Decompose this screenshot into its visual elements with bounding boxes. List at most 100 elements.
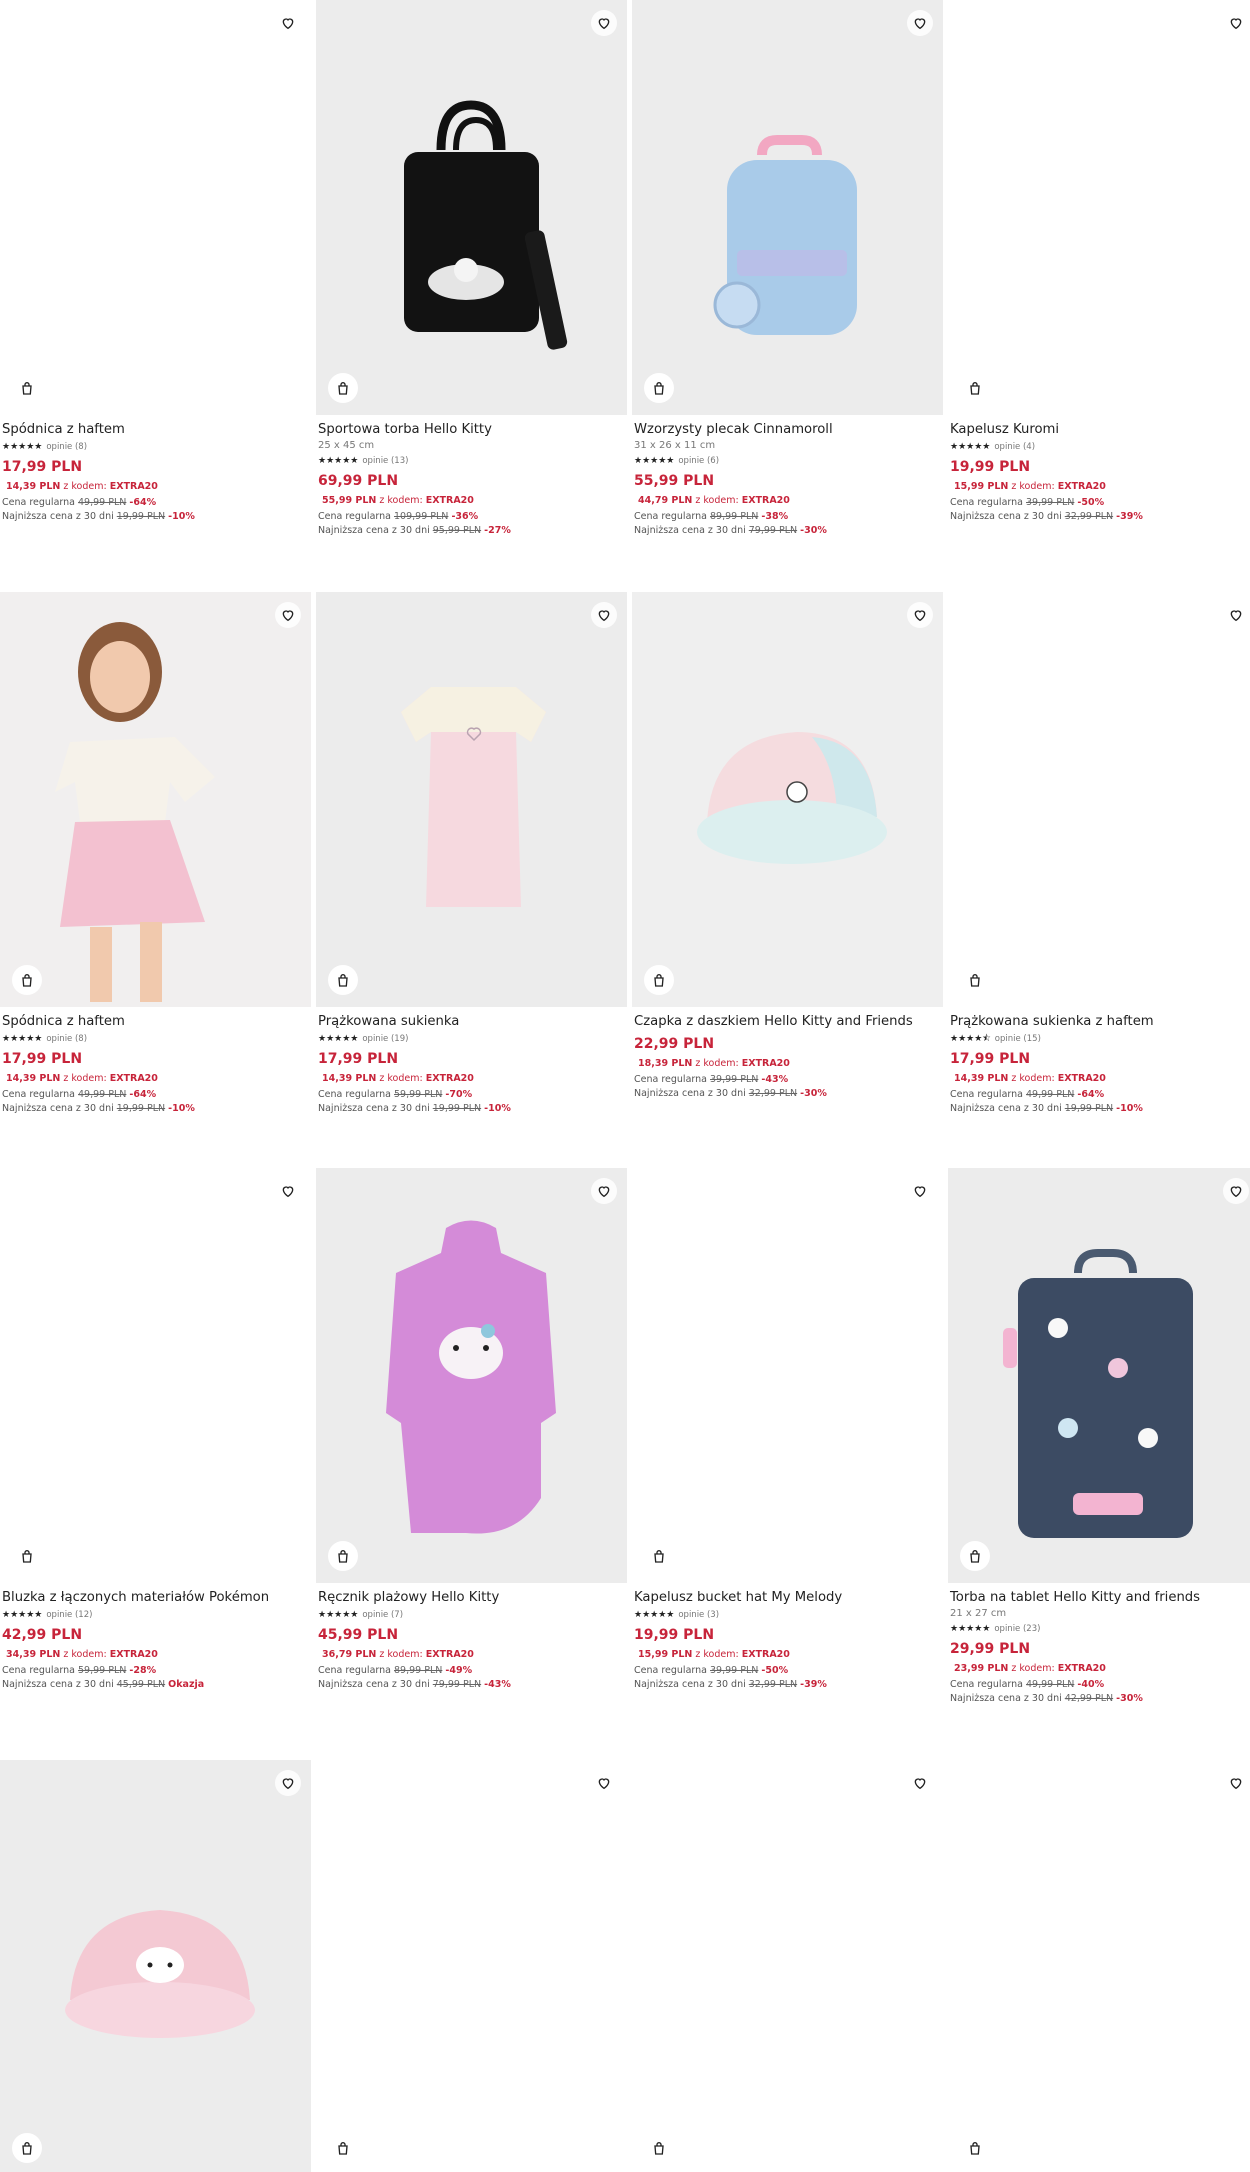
product-image[interactable]: [948, 0, 1250, 415]
shopping-bag-icon[interactable]: [12, 2133, 42, 2163]
product-image[interactable]: [316, 1168, 627, 1583]
product-image[interactable]: [632, 0, 943, 415]
product-name[interactable]: Ręcznik plażowy Hello Kitty: [318, 1589, 625, 1607]
product-name[interactable]: Torba na tablet Hello Kitty and friends: [950, 1589, 1250, 1607]
product-image[interactable]: [632, 592, 943, 1007]
shopping-bag-icon[interactable]: [960, 373, 990, 403]
product-card[interactable]: Bluzka z łączonych materiałów Pokémon ★★…: [0, 1168, 311, 1692]
heart-icon[interactable]: [1223, 1770, 1249, 1796]
rating: ★★★★★ opinie (8): [2, 440, 309, 454]
product-image[interactable]: [632, 1168, 943, 1583]
lowest-price-30-days: Najniższa cena z 30 dni 79,99 PLN -30%: [634, 525, 827, 536]
product-name[interactable]: Prążkowana sukienka: [318, 1013, 625, 1031]
product-price: 19,99 PLN: [634, 1627, 715, 1643]
shopping-bag-icon[interactable]: [328, 373, 358, 403]
shopping-bag-icon[interactable]: [960, 2133, 990, 2163]
product-name[interactable]: Spódnica z haftem: [2, 1013, 309, 1031]
shopping-bag-icon[interactable]: [644, 965, 674, 995]
star-icon: ★★★★★: [318, 456, 359, 466]
shopping-bag-icon[interactable]: [328, 2133, 358, 2163]
product-image[interactable]: [316, 0, 627, 415]
regular-price: Cena regularna 59,99 PLN -28%: [2, 1665, 157, 1676]
product-name[interactable]: Kapelusz Kuromi: [950, 421, 1250, 439]
product-image[interactable]: [948, 592, 1250, 1007]
product-card[interactable]: Kapelusz Kuromi ★★★★★ opinie (4) 19,99 PL…: [948, 0, 1250, 524]
shopping-bag-icon[interactable]: [644, 1541, 674, 1571]
heart-icon[interactable]: [907, 602, 933, 628]
product-name[interactable]: Wzorzysty plecak Cinnamoroll: [634, 421, 941, 439]
heart-icon[interactable]: [907, 1770, 933, 1796]
heart-icon[interactable]: [1223, 602, 1249, 628]
beach-poncho-image: [386, 1220, 556, 1534]
review-count: opinie (13): [362, 456, 409, 466]
product-dimensions: 25 x 45 cm: [318, 440, 375, 451]
product-price: 17,99 PLN: [318, 1051, 399, 1067]
product-image[interactable]: [316, 1760, 627, 2172]
shopping-bag-icon[interactable]: [960, 965, 990, 995]
heart-icon[interactable]: [275, 1178, 301, 1204]
product-name[interactable]: Spódnica z haftem: [2, 421, 309, 439]
product-name[interactable]: Sportowa torba Hello Kitty: [318, 421, 625, 439]
product-card[interactable]: Czapka z daszkiem Hello Kitty and Friend…: [632, 592, 943, 1101]
rating: ★★★★⯪ opinie (15): [950, 1032, 1250, 1046]
product-card[interactable]: [0, 1760, 311, 2172]
product-image[interactable]: [948, 1760, 1250, 2172]
product-image[interactable]: [0, 1760, 311, 2172]
product-card[interactable]: [632, 1760, 943, 2172]
product-name[interactable]: Czapka z daszkiem Hello Kitty and Friend…: [634, 1013, 941, 1031]
heart-icon[interactable]: [1223, 1178, 1249, 1204]
heart-icon[interactable]: [1223, 10, 1249, 36]
shopping-bag-icon[interactable]: [12, 965, 42, 995]
product-card[interactable]: Spódnica z haftem ★★★★★ opinie (8) 17,99 …: [0, 0, 311, 524]
heart-icon[interactable]: [275, 1770, 301, 1796]
shopping-bag-icon[interactable]: [960, 1541, 990, 1571]
product-card[interactable]: Wzorzysty plecak Cinnamoroll 31 x 26 x 1…: [632, 0, 943, 538]
product-card[interactable]: [316, 1760, 627, 2172]
heart-icon[interactable]: [591, 10, 617, 36]
shopping-bag-icon[interactable]: [644, 373, 674, 403]
product-price: 17,99 PLN: [950, 1051, 1031, 1067]
heart-icon[interactable]: [275, 10, 301, 36]
review-count: opinie (12): [46, 1610, 93, 1620]
product-image[interactable]: [0, 1168, 311, 1583]
product-image[interactable]: [0, 0, 311, 415]
lowest-price-30-days: Najniższa cena z 30 dni 19,99 PLN -10%: [2, 1103, 195, 1114]
product-card[interactable]: Torba na tablet Hello Kitty and friends …: [948, 1168, 1250, 1706]
product-card[interactable]: Prążkowana sukienka ★★★★★ opinie (19) 17,…: [316, 592, 627, 1116]
product-image[interactable]: [0, 592, 311, 1007]
review-count: opinie (8): [46, 442, 88, 452]
lowest-price-30-days: Najniższa cena z 30 dni 42,99 PLN -30%: [950, 1693, 1143, 1704]
product-price: 45,99 PLN: [318, 1627, 399, 1643]
shopping-bag-icon[interactable]: [12, 1541, 42, 1571]
lowest-price-30-days: Najniższa cena z 30 dni 32,99 PLN -39%: [634, 1679, 827, 1690]
product-price: 17,99 PLN: [2, 459, 83, 475]
heart-icon[interactable]: [907, 1178, 933, 1204]
product-image[interactable]: [316, 592, 627, 1007]
product-card[interactable]: Prążkowana sukienka z haftem ★★★★⯪ opinie…: [948, 592, 1250, 1116]
shopping-bag-icon[interactable]: [12, 373, 42, 403]
heart-icon[interactable]: [591, 1178, 617, 1204]
product-name[interactable]: Prążkowana sukienka z haftem: [950, 1013, 1250, 1031]
heart-icon[interactable]: [275, 602, 301, 628]
regular-price: Cena regularna 49,99 PLN -64%: [2, 497, 157, 508]
rating: ★★★★★ opinie (3): [634, 1608, 941, 1622]
product-name[interactable]: Kapelusz bucket hat My Melody: [634, 1589, 941, 1607]
shopping-bag-icon[interactable]: [644, 2133, 674, 2163]
product-card[interactable]: Spódnica z haftem ★★★★★ opinie (8) 17,99 …: [0, 592, 311, 1116]
shopping-bag-icon[interactable]: [328, 1541, 358, 1571]
dress-image: [401, 687, 546, 907]
product-card[interactable]: [948, 1760, 1250, 2172]
product-card[interactable]: Ręcznik plażowy Hello Kitty ★★★★★ opinie …: [316, 1168, 627, 1692]
product-name[interactable]: Bluzka z łączonych materiałów Pokémon: [2, 1589, 309, 1607]
product-card[interactable]: Kapelusz bucket hat My Melody ★★★★★ opini…: [632, 1168, 943, 1692]
product-image[interactable]: [632, 1760, 943, 2172]
pink-cap-image: [65, 1910, 255, 2038]
rating: ★★★★★ opinie (19): [318, 1032, 625, 1046]
product-image[interactable]: [948, 1168, 1250, 1583]
product-card[interactable]: Sportowa torba Hello Kitty 25 x 45 cm ★★…: [316, 0, 627, 538]
shopping-bag-icon[interactable]: [328, 965, 358, 995]
heart-icon[interactable]: [591, 602, 617, 628]
heart-icon[interactable]: [907, 10, 933, 36]
heart-icon[interactable]: [591, 1770, 617, 1796]
promo-code-price: 44,79 PLN z kodem: EXTRA20: [638, 495, 790, 506]
